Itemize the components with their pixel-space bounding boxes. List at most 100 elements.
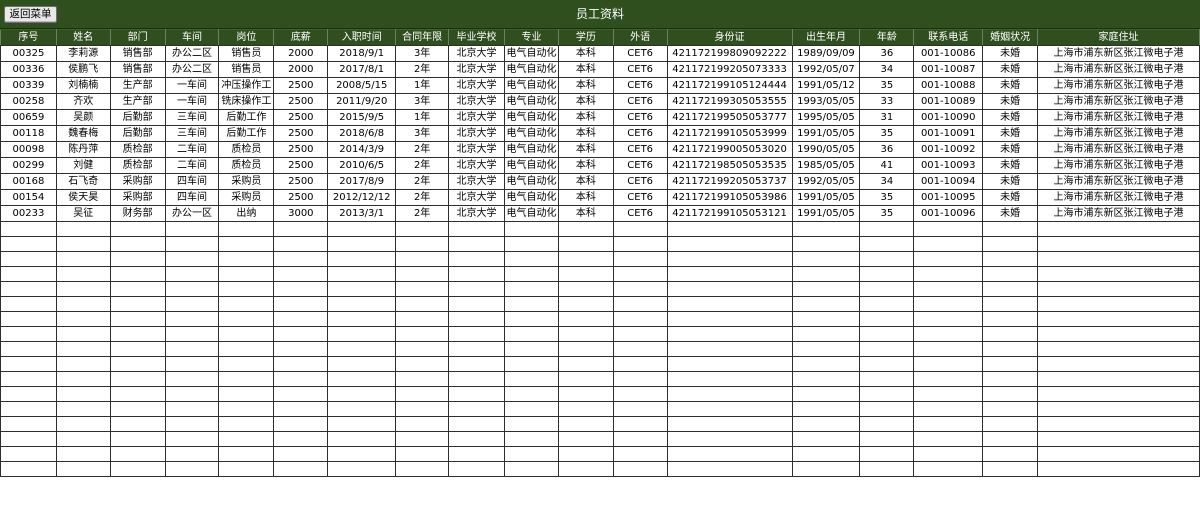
empty-cell[interactable] — [395, 356, 450, 372]
table-cell[interactable]: 2000 — [273, 45, 329, 62]
table-cell[interactable]: 北京大学 — [448, 189, 505, 206]
table-cell[interactable]: 34 — [859, 61, 915, 78]
table-cell[interactable]: 未婚 — [982, 189, 1039, 206]
table-cell[interactable]: 电气自动化 — [504, 141, 559, 158]
empty-cell[interactable] — [982, 386, 1039, 402]
empty-cell[interactable] — [913, 416, 984, 432]
table-cell[interactable]: CET6 — [612, 109, 668, 126]
empty-cell[interactable] — [612, 446, 668, 462]
empty-cell[interactable] — [504, 281, 559, 297]
table-cell[interactable]: 2年 — [395, 141, 450, 158]
table-cell[interactable]: 后勤工作 — [218, 109, 275, 126]
empty-cell[interactable] — [612, 386, 668, 402]
empty-cell[interactable] — [327, 266, 397, 282]
table-cell[interactable]: 上海市浦东新区张江微电子港 — [1037, 141, 1200, 158]
table-cell[interactable]: 2年 — [395, 157, 450, 174]
empty-cell[interactable] — [982, 341, 1039, 357]
table-cell[interactable]: 北京大学 — [448, 45, 505, 62]
table-cell[interactable]: 四车间 — [164, 173, 220, 190]
table-cell[interactable]: 北京大学 — [448, 109, 505, 126]
empty-cell[interactable] — [791, 266, 861, 282]
table-cell[interactable]: 上海市浦东新区张江微电子港 — [1037, 189, 1200, 206]
table-cell[interactable]: 001-10092 — [913, 141, 984, 158]
empty-cell[interactable] — [55, 341, 111, 357]
empty-cell[interactable] — [395, 266, 450, 282]
empty-cell[interactable] — [557, 341, 614, 357]
empty-cell[interactable] — [1037, 236, 1200, 252]
table-cell[interactable]: 2500 — [273, 157, 329, 174]
empty-cell[interactable] — [982, 356, 1039, 372]
table-cell[interactable]: 001-10090 — [913, 109, 984, 126]
empty-cell[interactable] — [109, 236, 166, 252]
empty-cell[interactable] — [1037, 416, 1200, 432]
empty-cell[interactable] — [791, 296, 861, 312]
empty-cell[interactable] — [557, 296, 614, 312]
empty-cell[interactable] — [164, 266, 220, 282]
table-cell[interactable]: 电气自动化 — [504, 173, 559, 190]
table-cell[interactable]: 2008/5/15 — [327, 77, 397, 94]
empty-cell[interactable] — [395, 431, 450, 447]
empty-cell[interactable] — [557, 356, 614, 372]
table-cell[interactable]: 电气自动化 — [504, 77, 559, 94]
empty-cell[interactable] — [164, 341, 220, 357]
table-cell[interactable]: 上海市浦东新区张江微电子港 — [1037, 61, 1200, 78]
table-cell[interactable]: 电气自动化 — [504, 45, 559, 62]
empty-cell[interactable] — [612, 266, 668, 282]
empty-cell[interactable] — [982, 371, 1039, 387]
table-cell[interactable]: 电气自动化 — [504, 93, 559, 110]
empty-cell[interactable] — [791, 236, 861, 252]
empty-cell[interactable] — [109, 371, 166, 387]
table-cell[interactable]: 未婚 — [982, 205, 1039, 222]
table-cell[interactable]: 魏春梅 — [55, 125, 111, 142]
empty-cell[interactable] — [666, 371, 793, 387]
empty-cell[interactable] — [557, 431, 614, 447]
table-cell[interactable]: 办公二区 — [164, 45, 220, 62]
empty-cell[interactable] — [218, 311, 275, 327]
table-cell[interactable]: 本科 — [557, 189, 614, 206]
empty-cell[interactable] — [913, 311, 984, 327]
table-cell[interactable]: 采购员 — [218, 173, 275, 190]
empty-cell[interactable] — [164, 236, 220, 252]
empty-cell[interactable] — [666, 431, 793, 447]
empty-cell[interactable] — [273, 326, 329, 342]
table-cell[interactable]: 销售员 — [218, 45, 275, 62]
empty-cell[interactable] — [218, 326, 275, 342]
table-cell[interactable]: 电气自动化 — [504, 125, 559, 142]
table-cell[interactable]: 001-10086 — [913, 45, 984, 62]
empty-cell[interactable] — [557, 266, 614, 282]
table-cell[interactable]: 上海市浦东新区张江微电子港 — [1037, 157, 1200, 174]
table-cell[interactable]: 34 — [859, 173, 915, 190]
table-cell[interactable]: 2012/12/12 — [327, 189, 397, 206]
empty-cell[interactable] — [327, 281, 397, 297]
table-cell[interactable]: 本科 — [557, 61, 614, 78]
empty-cell[interactable] — [327, 341, 397, 357]
empty-cell[interactable] — [448, 281, 505, 297]
empty-cell[interactable] — [448, 251, 505, 267]
empty-cell[interactable] — [859, 371, 915, 387]
table-cell[interactable]: 2年 — [395, 61, 450, 78]
table-cell[interactable]: CET6 — [612, 45, 668, 62]
empty-cell[interactable] — [164, 356, 220, 372]
table-cell[interactable]: 421172199305053555 — [666, 93, 793, 110]
table-cell[interactable]: 电气自动化 — [504, 61, 559, 78]
empty-cell[interactable] — [1037, 431, 1200, 447]
empty-cell[interactable] — [913, 386, 984, 402]
table-cell[interactable]: 001-10088 — [913, 77, 984, 94]
empty-cell[interactable] — [218, 431, 275, 447]
empty-cell[interactable] — [913, 221, 984, 237]
table-cell[interactable]: 质检员 — [218, 157, 275, 174]
table-cell[interactable]: 四车间 — [164, 189, 220, 206]
table-cell[interactable]: 2年 — [395, 173, 450, 190]
table-cell[interactable]: 1991/05/12 — [791, 77, 861, 94]
table-cell[interactable]: 00299 — [0, 157, 57, 174]
empty-cell[interactable] — [791, 431, 861, 447]
table-cell[interactable]: 上海市浦东新区张江微电子港 — [1037, 109, 1200, 126]
table-cell[interactable]: 北京大学 — [448, 173, 505, 190]
table-cell[interactable]: 421172199105053121 — [666, 205, 793, 222]
empty-cell[interactable] — [109, 386, 166, 402]
empty-cell[interactable] — [273, 401, 329, 417]
empty-cell[interactable] — [327, 371, 397, 387]
empty-cell[interactable] — [273, 311, 329, 327]
empty-cell[interactable] — [666, 341, 793, 357]
empty-cell[interactable] — [666, 311, 793, 327]
